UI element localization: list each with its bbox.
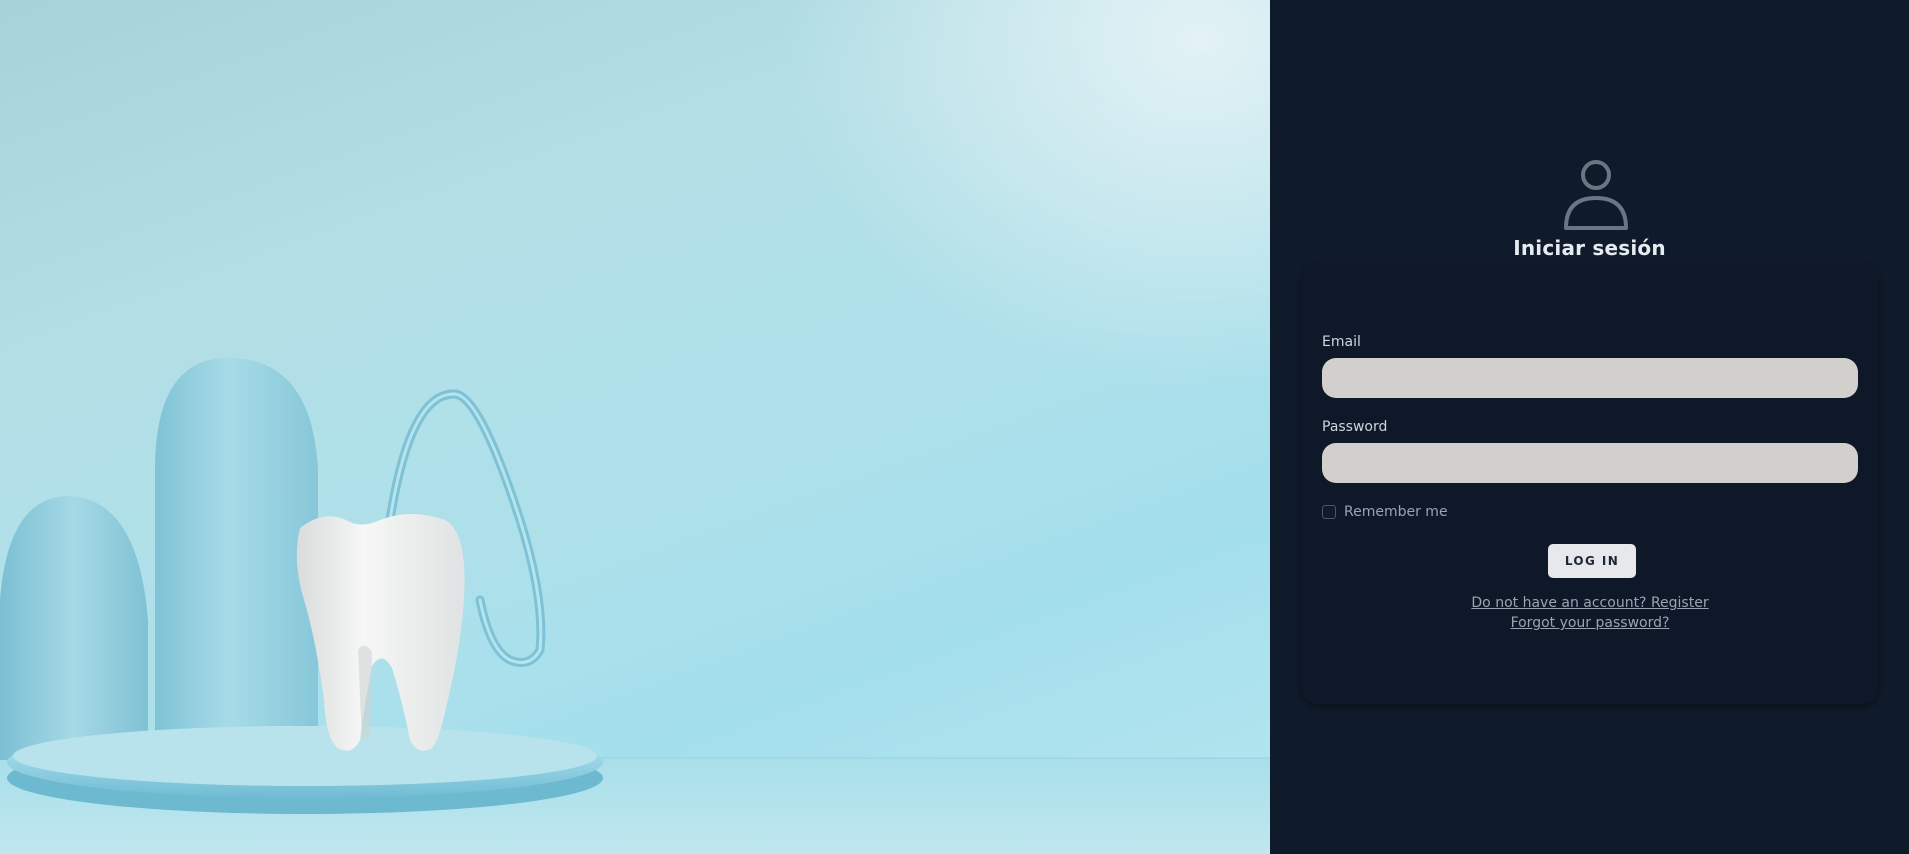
login-page: Iniciar sesión Email Password Remember m… [0, 0, 1909, 854]
remember-me-checkbox[interactable] [1322, 505, 1336, 519]
user-icon [1564, 160, 1628, 230]
page-title: Iniciar sesión [1513, 236, 1666, 260]
email-label: Email [1322, 334, 1361, 350]
login-panel: Iniciar sesión Email Password Remember m… [1270, 0, 1909, 854]
tooth-illustration [0, 357, 1270, 854]
remember-me[interactable]: Remember me [1322, 504, 1448, 520]
login-form: Email Password Remember me LOG IN Do not… [1302, 264, 1878, 704]
register-link[interactable]: Do not have an account? Register [1302, 595, 1878, 611]
password-label: Password [1322, 419, 1388, 435]
remember-me-label: Remember me [1344, 504, 1448, 520]
login-button[interactable]: LOG IN [1548, 544, 1636, 578]
email-field[interactable] [1322, 358, 1858, 398]
hero-illustration [0, 0, 1270, 854]
password-field[interactable] [1322, 443, 1858, 483]
forgot-password-link[interactable]: Forgot your password? [1302, 615, 1878, 631]
